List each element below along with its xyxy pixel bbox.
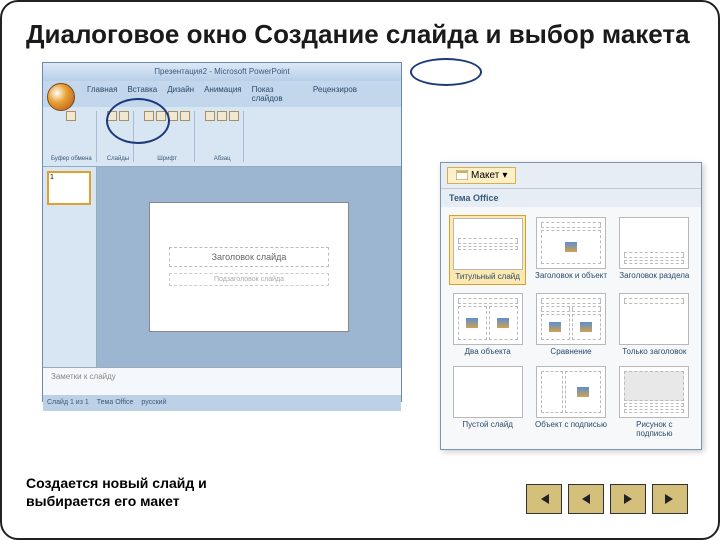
chevron-down-icon: ▾: [502, 170, 507, 181]
theme-label: Тема Office: [441, 189, 701, 207]
layout-title-only[interactable]: Только заголовок: [616, 291, 693, 359]
layout-blank[interactable]: Пустой слайд: [449, 364, 526, 441]
layout-panel: Макет ▾ Тема Office Титульный слайд Заго…: [440, 162, 702, 450]
slide-frame: Диалоговое окно Создание слайда и выбор …: [0, 0, 720, 540]
tab-insert[interactable]: Вставка: [123, 83, 161, 105]
tab-show[interactable]: Показ слайдов: [248, 83, 307, 105]
caption-text: Создается новый слайд и выбирается его м…: [26, 474, 286, 510]
powerpoint-window: Презентация2 - Microsoft PowerPoint Глав…: [42, 62, 402, 402]
layout-picture-caption[interactable]: Рисунок с подписью: [616, 364, 693, 441]
layout-grid: Титульный слайд Заголовок и объект Загол…: [441, 207, 701, 449]
status-lang: русский: [141, 399, 166, 406]
layout-comparison[interactable]: Сравнение: [532, 291, 609, 359]
slide-thumbnail[interactable]: 1: [47, 171, 91, 205]
group-paragraph: Абзац: [201, 111, 244, 162]
slide-canvas[interactable]: Заголовок слайда Подзаголовок слайда: [149, 202, 349, 332]
layout-two-content[interactable]: Два объекта: [449, 291, 526, 359]
nav-buttons: [526, 484, 688, 514]
nav-next-button[interactable]: [610, 484, 646, 514]
layout-title-slide[interactable]: Титульный слайд: [449, 215, 526, 285]
layout-content-caption[interactable]: Объект с подписью: [532, 364, 609, 441]
ribbon: Буфер обмена Слайды Шрифт Абзац: [43, 107, 401, 167]
nav-last-button[interactable]: [652, 484, 688, 514]
tab-review[interactable]: Рецензиров: [309, 83, 361, 105]
ribbon-tabs[interactable]: Главная Вставка Дизайн Анимация Показ сл…: [43, 81, 401, 107]
ppt-body: 1 Заголовок слайда Подзаголовок слайда: [43, 167, 401, 367]
layout-section-header[interactable]: Заголовок раздела: [616, 215, 693, 285]
group-font: Шрифт: [140, 111, 195, 162]
group-clipboard: Буфер обмена: [47, 111, 97, 162]
office-button[interactable]: [47, 83, 75, 111]
status-theme: Тема Office: [97, 399, 134, 406]
highlight-circle-layout: [410, 58, 482, 86]
layout-button[interactable]: Макет ▾: [447, 167, 516, 184]
thumbnail-pane[interactable]: 1: [43, 167, 97, 367]
window-titlebar: Презентация2 - Microsoft PowerPoint: [43, 63, 401, 81]
group-slides: Слайды: [103, 111, 134, 162]
tab-anim[interactable]: Анимация: [200, 83, 246, 105]
tab-design[interactable]: Дизайн: [163, 83, 198, 105]
title-placeholder[interactable]: Заголовок слайда: [169, 247, 329, 267]
edit-pane: Заголовок слайда Подзаголовок слайда: [97, 167, 401, 367]
page-title: Диалоговое окно Создание слайда и выбор …: [26, 20, 694, 50]
status-bar: Слайд 1 из 1 Тема Office русский: [43, 395, 401, 411]
nav-prev-button[interactable]: [568, 484, 604, 514]
layout-title-content[interactable]: Заголовок и объект: [532, 215, 609, 285]
layout-icon: [456, 170, 468, 180]
tab-home[interactable]: Главная: [83, 83, 121, 105]
notes-pane[interactable]: Заметки к слайду: [43, 367, 401, 395]
nav-first-button[interactable]: [526, 484, 562, 514]
screenshot-group: Презентация2 - Microsoft PowerPoint Глав…: [42, 62, 694, 402]
subtitle-placeholder[interactable]: Подзаголовок слайда: [169, 273, 329, 286]
layout-header: Макет ▾: [441, 163, 701, 189]
status-slide: Слайд 1 из 1: [47, 399, 89, 406]
